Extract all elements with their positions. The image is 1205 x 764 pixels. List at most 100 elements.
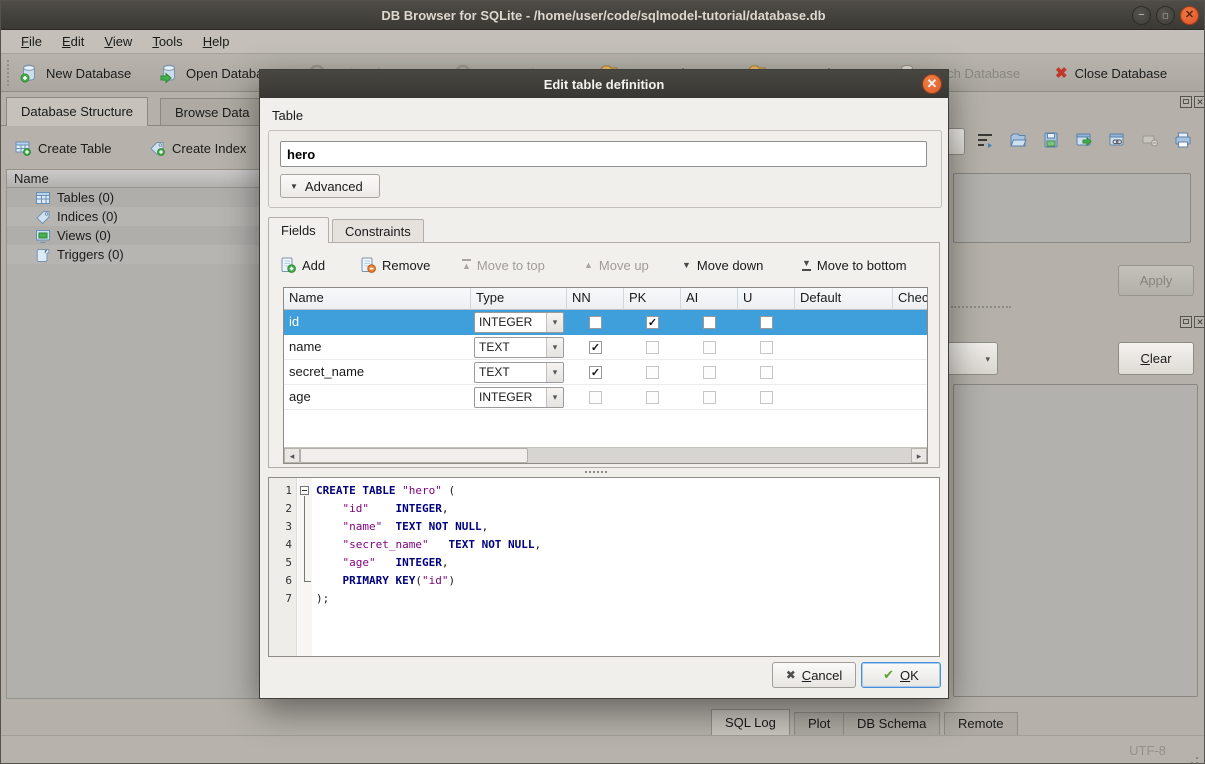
clear-log-button[interactable]: Clear	[1118, 342, 1194, 375]
type-combobox[interactable]: TEXT▾	[471, 360, 567, 384]
grid-horizontal-scrollbar[interactable]: ◂ ▸	[284, 447, 927, 463]
tab-sql-log[interactable]: SQL Log	[711, 709, 790, 735]
minimize-button[interactable]: −	[1132, 6, 1151, 25]
default-cell[interactable]	[795, 360, 893, 384]
sql-log-textarea[interactable]	[953, 384, 1198, 697]
scrollbar-thumb[interactable]	[300, 448, 528, 463]
u-checkbox[interactable]	[760, 366, 773, 379]
dialog-titlebar[interactable]: Edit table definition ✕	[260, 70, 948, 98]
dialog-splitter[interactable]	[585, 471, 607, 473]
u-checkbox[interactable]	[760, 391, 773, 404]
cancel-x-icon: ✖	[786, 668, 796, 682]
menu-view[interactable]: View	[94, 30, 142, 54]
move-to-bottom-button[interactable]: ▼ Move to bottom	[802, 253, 907, 277]
check-cell[interactable]	[893, 385, 927, 409]
menu-file[interactable]: File	[11, 30, 52, 54]
export-cell-icon[interactable]	[1039, 128, 1063, 152]
set-null-icon[interactable]	[1138, 128, 1162, 152]
menu-help[interactable]: Help	[193, 30, 240, 54]
move-down-button[interactable]: ▼ Move down	[682, 253, 763, 277]
column-header-u[interactable]: U	[738, 288, 795, 310]
print-cell-icon[interactable]	[1171, 128, 1195, 152]
default-cell[interactable]	[795, 385, 893, 409]
menu-tools[interactable]: Tools	[142, 30, 192, 54]
check-cell[interactable]	[893, 310, 927, 335]
encoding-indicator[interactable]: UTF-8	[1129, 743, 1166, 758]
window-titlebar[interactable]: DB Browser for SQLite - /home/user/code/…	[1, 1, 1205, 30]
tab-browse-data[interactable]: Browse Data	[160, 98, 264, 126]
toolbar-grip[interactable]	[7, 60, 10, 86]
maximize-button[interactable]: ◻	[1156, 6, 1175, 25]
dock-float-icon[interactable]	[1180, 96, 1192, 108]
word-wrap-icon[interactable]	[973, 128, 997, 152]
column-header-name[interactable]: Name	[284, 288, 471, 310]
menu-edit[interactable]: Edit	[52, 30, 94, 54]
default-cell[interactable]	[795, 335, 893, 359]
scroll-left-icon[interactable]: ◂	[284, 448, 300, 463]
tab-constraints[interactable]: Constraints	[332, 219, 424, 243]
type-combobox[interactable]: INTEGER▾	[471, 385, 567, 409]
nn-checkbox[interactable]	[589, 391, 602, 404]
field-row-age[interactable]: age INTEGER▾	[284, 385, 927, 410]
pk-checkbox[interactable]	[646, 341, 659, 354]
column-header-check[interactable]: Check	[893, 288, 927, 310]
check-cell[interactable]	[893, 335, 927, 359]
cell-editor-textarea[interactable]	[953, 173, 1191, 243]
scroll-right-icon[interactable]: ▸	[911, 448, 927, 463]
column-header-pk[interactable]: PK	[624, 288, 681, 310]
close-database-button[interactable]: ✖ Close Database	[1055, 54, 1167, 92]
log-dock-close-icon[interactable]: ✕	[1194, 316, 1205, 328]
sql-preview[interactable]: 1 2 3 4 5 6 7 CREATE TABLE "hero" ( "id"…	[268, 477, 940, 657]
ai-checkbox[interactable]	[703, 366, 716, 379]
close-button[interactable]: ✕	[1180, 6, 1199, 25]
triggers-icon	[35, 247, 51, 263]
dialog-close-button[interactable]: ✕	[922, 74, 942, 94]
tab-db-schema[interactable]: DB Schema	[843, 712, 940, 735]
add-field-button[interactable]: Add	[280, 253, 325, 277]
pk-checkbox[interactable]: ✓	[646, 316, 659, 329]
column-header-type[interactable]: Type	[471, 288, 567, 310]
tab-remote[interactable]: Remote	[944, 712, 1018, 735]
check-cell[interactable]	[893, 360, 927, 384]
ai-checkbox[interactable]	[703, 341, 716, 354]
field-row-secret-name[interactable]: secret_name TEXT▾ ✓	[284, 360, 927, 385]
table-name-input[interactable]	[280, 141, 927, 167]
type-combobox[interactable]: INTEGER▾	[471, 310, 567, 335]
pk-checkbox[interactable]	[646, 391, 659, 404]
nn-checkbox[interactable]: ✓	[589, 366, 602, 379]
type-combobox[interactable]: TEXT▾	[471, 335, 567, 359]
link-cell-icon[interactable]	[1105, 128, 1129, 152]
app-window: DB Browser for SQLite - /home/user/code/…	[0, 0, 1205, 764]
create-table-button[interactable]: Create Table	[15, 134, 111, 162]
resize-grip[interactable]	[1196, 757, 1198, 759]
field-row-name[interactable]: name TEXT▾ ✓	[284, 335, 927, 360]
column-header-nn[interactable]: NN	[567, 288, 624, 310]
import-cell-icon[interactable]	[1006, 128, 1030, 152]
dock-close-icon[interactable]: ✕	[1194, 96, 1205, 108]
tab-fields[interactable]: Fields	[268, 217, 329, 243]
pk-checkbox[interactable]	[646, 366, 659, 379]
cancel-button[interactable]: ✖ Cancel	[772, 662, 856, 688]
default-cell[interactable]	[795, 310, 893, 335]
new-database-button[interactable]: New Database	[19, 54, 131, 92]
create-index-button[interactable]: Create Index	[149, 134, 246, 162]
advanced-button[interactable]: ▼ Advanced	[280, 174, 380, 198]
tab-database-structure[interactable]: Database Structure	[6, 97, 148, 126]
ai-checkbox[interactable]	[703, 391, 716, 404]
column-header-default[interactable]: Default	[795, 288, 893, 310]
log-dock-float-icon[interactable]	[1180, 316, 1192, 328]
column-header-ai[interactable]: AI	[681, 288, 738, 310]
apply-cell-icon[interactable]	[1072, 128, 1096, 152]
nn-checkbox[interactable]: ✓	[589, 341, 602, 354]
u-checkbox[interactable]	[760, 316, 773, 329]
u-checkbox[interactable]	[760, 341, 773, 354]
dock-splitter[interactable]	[951, 306, 1011, 308]
field-row-id[interactable]: id INTEGER▾ ✓	[284, 310, 927, 335]
ai-checkbox[interactable]	[703, 316, 716, 329]
tab-plot[interactable]: Plot	[794, 712, 844, 735]
remove-field-button[interactable]: Remove	[360, 253, 430, 277]
fold-collapse-icon[interactable]	[300, 486, 309, 495]
nn-checkbox[interactable]	[589, 316, 602, 329]
fields-grid: Name Type NN PK AI U Default Check id IN…	[283, 287, 928, 464]
ok-button[interactable]: ✔ OK	[861, 662, 941, 688]
